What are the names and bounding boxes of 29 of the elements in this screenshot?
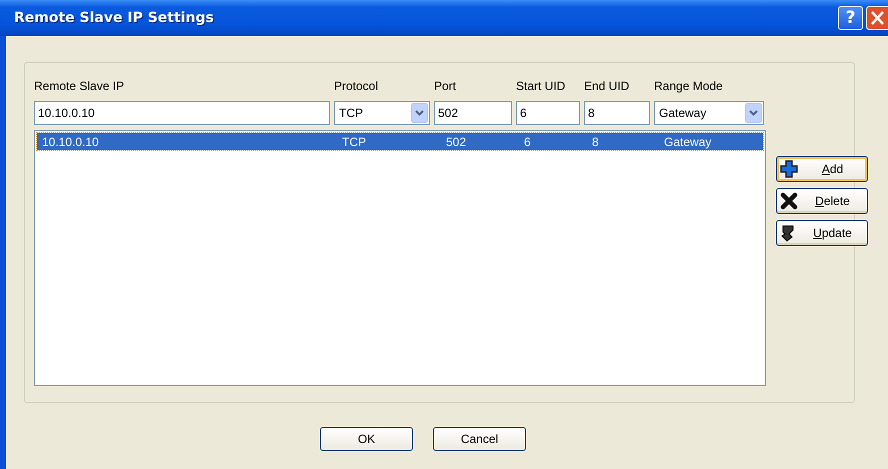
update-button[interactable]: Update [776,220,868,246]
input-field[interactable]: 502 [434,101,512,125]
input-field[interactable]: 10.10.0.10 [34,101,330,125]
dropdown[interactable]: Gateway [654,101,764,125]
add-button[interactable]: Add [776,156,868,182]
list-cell-text: TCP [342,134,367,148]
close-icon[interactable] [866,6,888,30]
field-label: Range Mode [654,78,724,95]
delete-button[interactable]: Delete [776,188,868,214]
list-cell-text: 6 [524,134,532,148]
list-cell-text: 502 [446,134,468,148]
list-cell-text: 8 [592,134,600,148]
plus-icon [780,160,798,178]
field-label: Port [434,78,458,95]
input-field[interactable]: 8 [584,101,650,125]
dialog-button[interactable]: Cancel [433,427,526,451]
list-cell-text: 10.10.0.10 [42,134,100,148]
field-label: Start UID [516,78,566,95]
input-field[interactable]: 6 [516,101,580,125]
dialog-button[interactable]: OK [320,427,413,451]
dropdown[interactable]: TCP [334,101,430,125]
field-label: End UID [584,78,630,95]
window-title: Remote Slave IP Settings [14,10,215,26]
cross-icon [780,192,798,210]
list-row[interactable]: 10.10.0.10 TCP 502 6 8 Gateway [37,133,763,150]
help-button[interactable]: ? [838,6,863,30]
field-label: Remote Slave IP [34,78,126,95]
field-label: Protocol [334,78,380,95]
list-cell-text: Gateway [664,134,712,148]
